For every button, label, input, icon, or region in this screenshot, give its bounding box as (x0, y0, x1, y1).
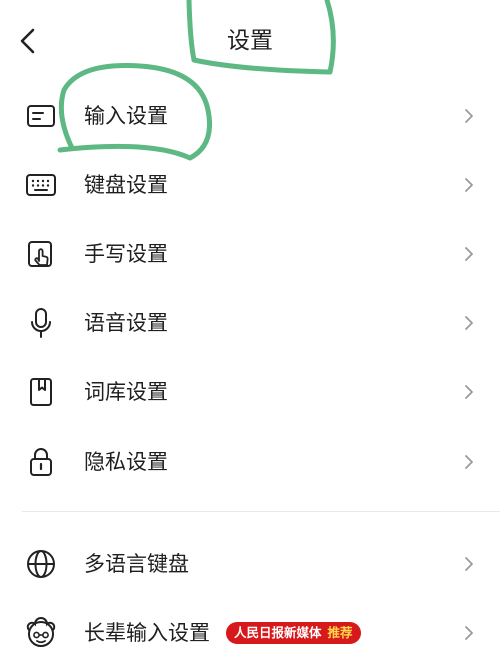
settings-item-label: 键盘设置 (84, 173, 168, 197)
chevron-right-icon (465, 385, 473, 399)
elder-face-icon (26, 617, 56, 647)
page-title: 设置 (227, 28, 273, 54)
badge-tag: 推荐 (327, 625, 353, 640)
settings-item-keyboard[interactable]: 键盘设置 (0, 154, 500, 216)
globe-icon (27, 550, 55, 578)
settings-item-label: 输入设置 (84, 104, 168, 128)
settings-item-label: 手写设置 (84, 242, 168, 266)
settings-item-label: 隐私设置 (84, 450, 168, 474)
settings-item-input[interactable]: 输入设置 (0, 85, 500, 147)
settings-item-label: 多语言键盘 (84, 552, 189, 576)
settings-item-voice[interactable]: 语音设置 (0, 292, 500, 354)
settings-item-handwriting[interactable]: 手写设置 (0, 223, 500, 285)
settings-item-privacy[interactable]: 隐私设置 (0, 431, 500, 493)
header: 设置 (0, 0, 500, 84)
handwriting-icon (28, 241, 52, 267)
recommend-badge: 人民日报新媒体 推荐 (226, 622, 361, 644)
settings-item-elder-input[interactable]: 长辈输入设置 人民日报新媒体 推荐 (0, 602, 500, 664)
dictionary-book-icon (30, 378, 52, 406)
lock-icon (30, 448, 52, 476)
chevron-right-icon (465, 557, 473, 571)
settings-item-label: 长辈输入设置 (84, 621, 210, 645)
section-divider (22, 511, 500, 512)
badge-text: 人民日报新媒体 (234, 625, 322, 640)
chevron-right-icon (465, 247, 473, 261)
settings-item-multilingual[interactable]: 多语言键盘 (0, 533, 500, 595)
input-box-icon (27, 105, 55, 127)
chevron-right-icon (465, 455, 473, 469)
settings-item-label: 语音设置 (84, 311, 168, 335)
chevron-right-icon (465, 316, 473, 330)
settings-item-dictionary[interactable]: 词库设置 (0, 361, 500, 423)
chevron-right-icon (465, 178, 473, 192)
microphone-icon (31, 308, 51, 338)
chevron-right-icon (465, 626, 473, 640)
settings-item-label: 词库设置 (84, 380, 168, 404)
keyboard-icon (26, 174, 56, 196)
chevron-right-icon (465, 109, 473, 123)
